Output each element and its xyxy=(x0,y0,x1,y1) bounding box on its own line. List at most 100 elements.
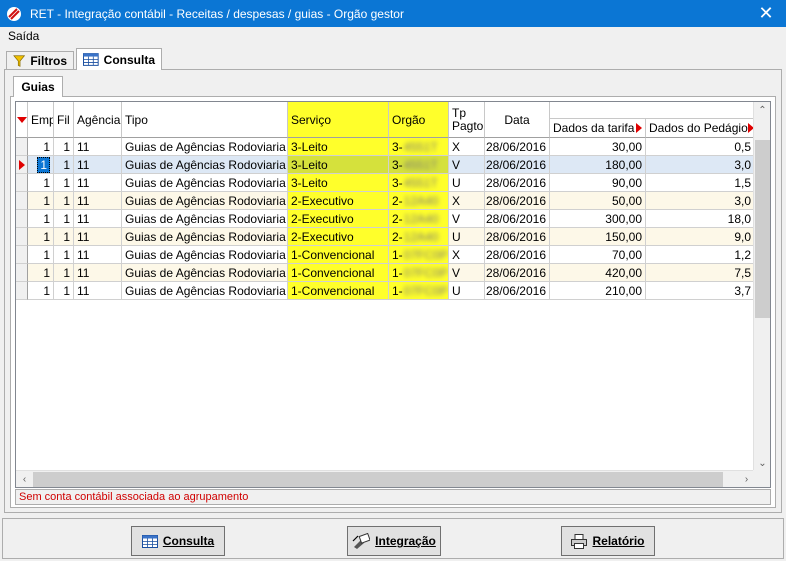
row-indicator[interactable] xyxy=(16,228,28,246)
col-header-agencia[interactable]: Agência xyxy=(74,102,122,138)
cell-tp[interactable]: V xyxy=(449,264,485,282)
row-indicator[interactable] xyxy=(16,138,28,156)
cell-tipo[interactable]: Guias de Agências Rodoviaria I... xyxy=(122,192,288,210)
guias-grid[interactable]: Emp Fil Agência Tipo Serviço Orgão Tp Pa… xyxy=(15,101,771,488)
cell-tarifa[interactable]: 300,00 xyxy=(550,210,646,228)
horizontal-scroll-thumb[interactable] xyxy=(33,472,723,487)
sort-indicator[interactable] xyxy=(16,102,28,138)
cell-tarifa[interactable]: 50,00 xyxy=(550,192,646,210)
integracao-button[interactable]: Integração xyxy=(347,526,441,556)
relatorio-button[interactable]: Relatório xyxy=(561,526,655,556)
cell-orgao[interactable]: 3- 4551T xyxy=(389,156,449,174)
close-button[interactable]: ✕ xyxy=(746,0,786,27)
cell-data[interactable]: 28/06/2016 xyxy=(485,192,550,210)
cell-orgao[interactable]: 1- 07FC0P xyxy=(389,282,449,300)
cell-tarifa[interactable]: 90,00 xyxy=(550,174,646,192)
menu-item-saida[interactable]: Saída xyxy=(8,29,39,43)
cell-emp[interactable]: 1 xyxy=(28,246,54,264)
cell-pedagio[interactable]: 1,2 xyxy=(646,246,755,264)
cell-tipo[interactable]: Guias de Agências Rodoviaria I... xyxy=(122,174,288,192)
cell-agencia[interactable]: 11 xyxy=(74,246,122,264)
cell-agencia[interactable]: 11 xyxy=(74,210,122,228)
cell-servico[interactable]: 3-Leito xyxy=(288,138,389,156)
cell-agencia[interactable]: 11 xyxy=(74,174,122,192)
cell-pedagio[interactable]: 3,0 xyxy=(646,192,755,210)
cell-orgao[interactable]: 1- 07FC0P xyxy=(389,246,449,264)
cell-emp[interactable]: 1 xyxy=(28,156,54,174)
cell-orgao[interactable]: 2- 12A40 xyxy=(389,192,449,210)
col-header-dados-pedagio[interactable]: Dados do Pedágio xyxy=(646,119,755,138)
cell-fil[interactable]: 1 xyxy=(54,138,74,156)
cell-data[interactable]: 28/06/2016 xyxy=(485,228,550,246)
cell-tp[interactable]: X xyxy=(449,192,485,210)
cell-tarifa[interactable]: 150,00 xyxy=(550,228,646,246)
col-header-fil[interactable]: Fil xyxy=(54,102,74,138)
tab-guias[interactable]: Guias xyxy=(13,76,63,97)
cell-tipo[interactable]: Guias de Agências Rodoviaria I... xyxy=(122,282,288,300)
cell-tp[interactable]: X xyxy=(449,138,485,156)
cell-tarifa[interactable]: 210,00 xyxy=(550,282,646,300)
col-header-dados-tarifa[interactable]: Dados da tarifa xyxy=(550,119,646,138)
col-header-emp[interactable]: Emp xyxy=(28,102,54,138)
expand-right-icon[interactable] xyxy=(636,123,642,133)
cell-data[interactable]: 28/06/2016 xyxy=(485,138,550,156)
cell-data[interactable]: 28/06/2016 xyxy=(485,264,550,282)
cell-orgao[interactable]: 2- 12A40 xyxy=(389,228,449,246)
cell-orgao[interactable]: 2- 12A40 xyxy=(389,210,449,228)
row-indicator[interactable] xyxy=(16,264,28,282)
scroll-up-icon[interactable]: ⌃ xyxy=(754,102,770,119)
row-indicator[interactable] xyxy=(16,156,28,174)
cell-fil[interactable]: 1 xyxy=(54,246,74,264)
cell-agencia[interactable]: 11 xyxy=(74,228,122,246)
cell-fil[interactable]: 1 xyxy=(54,282,74,300)
cell-tipo[interactable]: Guias de Agências Rodoviaria I... xyxy=(122,246,288,264)
table-row[interactable]: 1 1 11 Guias de Agências Rodoviaria I... 3-L… xyxy=(16,174,755,192)
col-header-data[interactable]: Data xyxy=(485,102,550,138)
cell-tipo[interactable]: Guias de Agências Rodoviaria I... xyxy=(122,228,288,246)
cell-servico[interactable]: 2-Executivo xyxy=(288,228,389,246)
cell-tarifa[interactable]: 420,00 xyxy=(550,264,646,282)
cell-servico[interactable]: 1-Convencional xyxy=(288,246,389,264)
cell-pedagio[interactable]: 0,5 xyxy=(646,138,755,156)
cell-tp[interactable]: U xyxy=(449,228,485,246)
row-indicator[interactable] xyxy=(16,174,28,192)
cell-data[interactable]: 28/06/2016 xyxy=(485,156,550,174)
vertical-scroll-thumb[interactable] xyxy=(755,140,770,318)
cell-fil[interactable]: 1 xyxy=(54,156,74,174)
cell-pedagio[interactable]: 7,5 xyxy=(646,264,755,282)
cell-servico[interactable]: 2-Executivo xyxy=(288,210,389,228)
table-row[interactable]: 1 1 11 Guias de Agências Rodoviaria I... 2-E… xyxy=(16,228,755,246)
cell-agencia[interactable]: 11 xyxy=(74,156,122,174)
table-row[interactable]: 1 1 11 Guias de Agências Rodoviaria I... 3-L… xyxy=(16,156,755,174)
cell-data[interactable]: 28/06/2016 xyxy=(485,174,550,192)
cell-tp[interactable]: X xyxy=(449,246,485,264)
cell-servico[interactable]: 3-Leito xyxy=(288,174,389,192)
cell-data[interactable]: 28/06/2016 xyxy=(485,282,550,300)
row-indicator[interactable] xyxy=(16,210,28,228)
scroll-left-icon[interactable]: ‹ xyxy=(16,471,33,487)
table-row[interactable]: 1 1 11 Guias de Agências Rodoviaria I... 2-E… xyxy=(16,210,755,228)
cell-agencia[interactable]: 11 xyxy=(74,282,122,300)
cell-emp[interactable]: 1 xyxy=(28,138,54,156)
row-indicator[interactable] xyxy=(16,282,28,300)
cell-tipo[interactable]: Guias de Agências Rodoviaria I... xyxy=(122,264,288,282)
col-header-tipo[interactable]: Tipo xyxy=(122,102,288,138)
cell-tp[interactable]: U xyxy=(449,282,485,300)
cell-tipo[interactable]: Guias de Agências Rodoviaria I... xyxy=(122,156,288,174)
cell-tarifa[interactable]: 30,00 xyxy=(550,138,646,156)
cell-fil[interactable]: 1 xyxy=(54,174,74,192)
cell-emp[interactable]: 1 xyxy=(28,282,54,300)
vertical-scrollbar[interactable]: ⌃ ⌄ xyxy=(753,102,770,472)
cell-tp[interactable]: V xyxy=(449,210,485,228)
cell-orgao[interactable]: 3- 4551T xyxy=(389,174,449,192)
table-row[interactable]: 1 1 11 Guias de Agências Rodoviaria I... 2-E… xyxy=(16,192,755,210)
col-header-orgao[interactable]: Orgão xyxy=(389,102,449,138)
table-row[interactable]: 1 1 11 Guias de Agências Rodoviaria I... 1-C… xyxy=(16,246,755,264)
cell-tipo[interactable]: Guias de Agências Rodoviaria I... xyxy=(122,210,288,228)
col-header-servico[interactable]: Serviço xyxy=(288,102,389,138)
cell-agencia[interactable]: 11 xyxy=(74,264,122,282)
cell-pedagio[interactable]: 1,5 xyxy=(646,174,755,192)
table-row[interactable]: 1 1 11 Guias de Agências Rodoviaria I... 1-C… xyxy=(16,282,755,300)
cell-data[interactable]: 28/06/2016 xyxy=(485,246,550,264)
cell-orgao[interactable]: 3- 4551T xyxy=(389,138,449,156)
